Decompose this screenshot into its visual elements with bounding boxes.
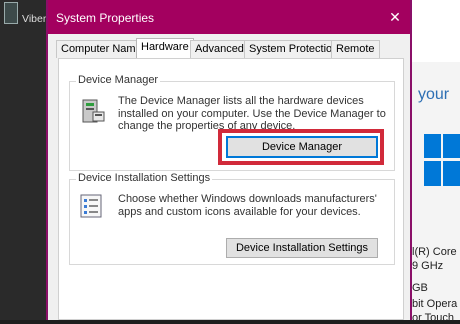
device-installation-settings-button[interactable]: Device Installation Settings [226,238,378,258]
desktop-icon-label[interactable]: Viber [22,13,46,25]
tab-system-protection[interactable]: System Protection [244,40,344,58]
windows-logo-icon [424,134,460,186]
dialog-title: System Properties [56,11,155,25]
device-manager-group: Device Manager The Device Manager lists … [69,74,395,171]
spec-fragment: 9 GHz [412,260,444,272]
tab-hardware[interactable]: Hardware [136,38,194,59]
device-manager-description: The Device Manager lists all the hardwar… [118,95,386,132]
viber-app-icon[interactable] [4,2,18,24]
tab-remote[interactable]: Remote [331,40,380,58]
spec-fragment: or Touch [412,312,454,324]
device-manager-group-title: Device Manager [76,74,161,86]
device-installation-group-title: Device Installation Settings [76,172,213,184]
hardware-tab-panel: Device Manager The Device Manager lists … [58,58,404,320]
spec-fragment: GB [412,282,428,294]
background-heading-fragment: your [418,86,450,103]
title-bar[interactable]: System Properties ✕ [48,0,410,34]
system-properties-dialog: System Properties ✕ Computer Name Hardwa… [46,0,412,320]
close-icon: ✕ [389,9,401,25]
device-manager-button[interactable]: Device Manager [226,136,378,158]
device-installation-description: Choose whether Windows downloads manufac… [118,193,377,218]
close-button[interactable]: ✕ [386,8,404,26]
spec-fragment: l(R) Core [412,246,457,258]
tab-computer-name[interactable]: Computer Name [56,40,147,58]
device-installation-group: Device Installation Settings Choose whet… [69,172,395,265]
background-window-header [412,0,460,62]
tab-advanced[interactable]: Advanced [190,40,249,58]
device-manager-icon [80,96,106,126]
desktop-background: Viber [0,0,50,320]
spec-fragment: bit Opera [412,298,458,310]
checklist-icon [80,194,102,218]
